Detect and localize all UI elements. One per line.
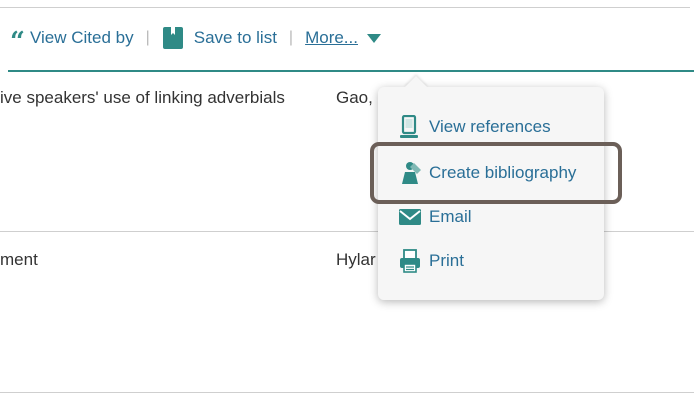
more-label: More... bbox=[305, 28, 358, 47]
row-divider bbox=[0, 392, 694, 393]
caret-down-icon bbox=[366, 33, 381, 43]
view-references-icon bbox=[400, 115, 418, 138]
result-title-link[interactable]: ive speakers' use of linking adverbials bbox=[0, 88, 285, 108]
result-author: Hylar bbox=[336, 250, 376, 269]
save-to-list-link[interactable]: Save to list bbox=[162, 26, 277, 50]
email-icon bbox=[399, 209, 421, 225]
print-icon bbox=[400, 249, 420, 273]
menu-item-label: View references bbox=[429, 117, 551, 136]
highlight-annotation bbox=[370, 142, 622, 204]
quote-icon: “ bbox=[10, 27, 25, 57]
dropdown-pointer bbox=[404, 76, 428, 88]
menu-item-view-references[interactable]: View references bbox=[398, 115, 551, 139]
toolbar-separator: | bbox=[288, 29, 294, 46]
more-dropdown-toggle[interactable]: More... bbox=[305, 28, 381, 48]
result-author: Gao, bbox=[336, 88, 373, 107]
toolbar-underline bbox=[8, 70, 694, 72]
result-title-link[interactable]: ment bbox=[0, 250, 38, 270]
results-toolbar: “ View Cited by | Save to list | More... bbox=[10, 21, 381, 55]
view-cited-by-link[interactable]: “ View Cited by bbox=[10, 21, 134, 55]
save-list-icon bbox=[162, 27, 183, 49]
menu-item-label: Print bbox=[429, 251, 464, 270]
save-to-list-label: Save to list bbox=[193, 28, 277, 47]
menu-item-label: Email bbox=[429, 207, 472, 226]
menu-item-email[interactable]: Email bbox=[398, 205, 472, 229]
toolbar-separator: | bbox=[145, 29, 150, 46]
menu-item-print[interactable]: Print bbox=[398, 249, 464, 273]
top-divider bbox=[0, 7, 690, 8]
view-cited-by-label: View Cited by bbox=[29, 28, 134, 47]
